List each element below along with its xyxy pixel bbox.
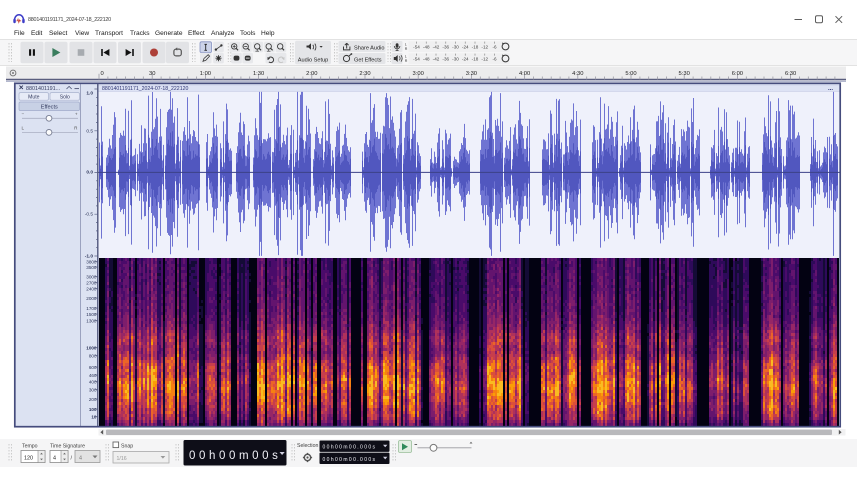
svg-text:...: ... [828,86,833,92]
svg-text:30: 30 [149,71,155,77]
svg-text:-6: -6 [492,45,497,50]
svg-text:-54: -54 [413,45,420,50]
svg-text:1:00: 1:00 [200,71,211,77]
svg-text:Time Signature: Time Signature [50,444,85,450]
svg-text:Snap: Snap [121,444,133,450]
svg-text:1.0: 1.0 [86,91,93,97]
svg-text:4:00: 4:00 [519,71,530,77]
svg-text:-42: -42 [433,57,440,62]
svg-text:0 0 h 0 0 m 0 0 . 0 0 0 s: 0 0 h 0 0 m 0 0 . 0 0 0 s [323,457,376,463]
svg-text:Mute: Mute [28,94,39,100]
svg-text:8801401191...: 8801401191... [26,86,60,92]
svg-text:Select: Select [49,30,67,37]
svg-text:-54: -54 [413,57,420,62]
svg-text:4:30: 4:30 [572,71,583,77]
svg-text:120: 120 [24,456,33,462]
svg-text:3:30: 3:30 [466,71,477,77]
svg-text:L: L [405,54,407,58]
svg-text:L: L [22,125,25,130]
svg-text:6:00: 6:00 [732,71,743,77]
svg-text:R: R [405,47,408,51]
svg-text:-0.5: -0.5 [85,211,94,217]
svg-text:3:00: 3:00 [413,71,424,77]
svg-text:-6: -6 [492,57,497,62]
svg-text:0 0 h 0 0 m 0 0 s: 0 0 h 0 0 m 0 0 s [189,450,278,462]
svg-text:8801401191171_2024-07-18_22212: 8801401191171_2024-07-18_222120 [102,86,188,92]
svg-text:Analyze: Analyze [211,30,235,37]
svg-text:5:30: 5:30 [679,71,690,77]
svg-text:R: R [405,59,408,63]
svg-text:0.0: 0.0 [86,169,93,175]
svg-text:-30: -30 [452,45,459,50]
svg-text:4: 4 [53,456,56,462]
svg-text:View: View [75,30,89,37]
svg-text:6:30: 6:30 [785,71,796,77]
svg-text:-48: -48 [423,57,430,62]
svg-text:File: File [14,30,25,37]
svg-text:-42: -42 [433,45,440,50]
svg-text:0 0 h 0 0 m 0 0 . 0 0 0 s: 0 0 h 0 0 m 0 0 . 0 0 0 s [323,445,376,451]
svg-text:1/16: 1/16 [117,456,127,462]
svg-text:-48: -48 [423,45,430,50]
svg-text:Edit: Edit [31,30,43,37]
svg-text:Effect: Effect [188,30,205,37]
svg-text:-18: -18 [472,57,479,62]
svg-text:2:00: 2:00 [306,71,317,77]
svg-text:0.5: 0.5 [86,128,93,134]
svg-text:Share Audio: Share Audio [354,46,384,52]
svg-text:0: 0 [101,71,104,77]
svg-text:Get Effects: Get Effects [354,58,382,64]
svg-text:Help: Help [261,30,275,37]
svg-text:+: + [75,112,78,117]
svg-text:8801401191171_2024-07-18_22212: 8801401191171_2024-07-18_222120 [28,17,111,23]
svg-text:−: − [22,112,25,117]
svg-text:5:00: 5:00 [625,71,636,77]
svg-text:-36: -36 [442,57,449,62]
svg-text:Solo: Solo [60,94,70,100]
svg-text:2:30: 2:30 [359,71,370,77]
svg-text:-24: -24 [462,57,469,62]
svg-text:-18: -18 [472,45,479,50]
svg-text:-24: -24 [462,45,469,50]
svg-text:-36: -36 [442,45,449,50]
svg-text:4: 4 [79,456,82,462]
svg-text:Effects: Effects [41,104,58,110]
svg-text:Tracks: Tracks [130,30,150,37]
svg-text:Audio Setup: Audio Setup [298,58,328,64]
svg-text:Selection: Selection [297,443,318,449]
svg-text:-30: -30 [452,57,459,62]
svg-text:-12: -12 [481,57,488,62]
svg-text:1:30: 1:30 [253,71,264,77]
svg-text:Tempo: Tempo [22,444,38,450]
svg-text:-12: -12 [481,45,488,50]
svg-text:Generate: Generate [155,30,183,37]
svg-text:Tools: Tools [240,30,256,37]
svg-text:Transport: Transport [95,30,123,37]
svg-text:L: L [405,42,407,46]
